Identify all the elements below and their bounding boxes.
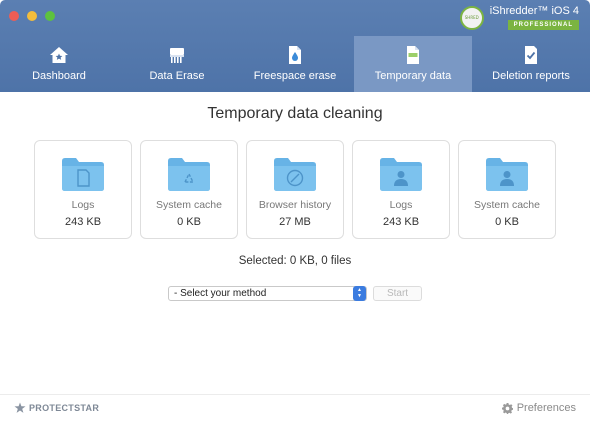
- recycle-folder-icon: [166, 156, 212, 192]
- brand: SHRED iShredder™ iOS 4 PROFESSIONAL: [459, 5, 579, 30]
- shredder-icon: [167, 45, 187, 65]
- tab-dashboard[interactable]: Dashboard: [0, 36, 118, 92]
- user-folder-icon: [378, 156, 424, 192]
- card-size: 0 KB: [177, 216, 201, 228]
- protectstar-logo: PROTECTSTAR: [14, 402, 99, 414]
- close-window-button[interactable]: [9, 11, 19, 21]
- tab-label: Data Erase: [149, 70, 205, 82]
- edition-badge: PROFESSIONAL: [507, 20, 579, 30]
- tab-temporary-data[interactable]: Temporary data: [354, 36, 472, 92]
- tab-freespace-erase[interactable]: Freespace erase: [236, 36, 354, 92]
- zoom-window-button[interactable]: [45, 11, 55, 21]
- tmp-file-icon: [403, 45, 423, 65]
- logo-text: PROTECTSTAR: [29, 403, 100, 413]
- card-system-cache-2[interactable]: System cache 0 KB: [458, 140, 556, 239]
- card-system-cache[interactable]: System cache 0 KB: [140, 140, 238, 239]
- selected-summary: Selected: 0 KB, 0 files: [238, 255, 352, 267]
- user-folder-icon: [484, 156, 530, 192]
- card-browser-history[interactable]: Browser history 27 MB: [246, 140, 344, 239]
- card-name: Logs: [71, 199, 95, 211]
- tab-deletion-reports[interactable]: Deletion reports: [472, 36, 590, 92]
- document-folder-icon: [60, 156, 106, 192]
- card-size: 0 KB: [495, 216, 519, 228]
- chevron-updown-icon: ▲ ▼: [353, 286, 366, 301]
- brand-seal-icon: SHRED: [459, 5, 484, 30]
- card-size: 243 KB: [382, 216, 420, 228]
- tab-label: Freespace erase: [253, 70, 337, 82]
- brand-text: iShredder™ iOS 4 PROFESSIONAL: [490, 5, 579, 30]
- app-title: iShredder™ iOS 4: [489, 5, 579, 17]
- card-size: 27 MB: [279, 216, 311, 228]
- home-icon: [49, 45, 69, 65]
- minimize-window-button[interactable]: [27, 11, 37, 21]
- card-logs[interactable]: Logs 243 KB: [34, 140, 132, 239]
- method-select[interactable]: - Select your method ▲ ▼: [168, 286, 367, 301]
- card-name: Logs: [389, 199, 413, 211]
- tab-label: Deletion reports: [492, 70, 570, 82]
- main-tabs: Dashboard Data Erase Freespace erase Tem…: [0, 36, 590, 92]
- method-select-value: - Select your method: [174, 288, 267, 299]
- tab-label: Dashboard: [32, 70, 86, 82]
- tab-data-erase[interactable]: Data Erase: [118, 36, 236, 92]
- card-size: 243 KB: [64, 216, 102, 228]
- card-logs-2[interactable]: Logs 243 KB: [352, 140, 450, 239]
- window-controls: [9, 11, 55, 21]
- app-window: SHRED iShredder™ iOS 4 PROFESSIONAL Dash…: [0, 0, 590, 422]
- temp-data-cards: Logs 243 KB System cache 0 KB Browser hi…: [34, 140, 556, 239]
- page-title: Temporary data cleaning: [207, 105, 383, 122]
- brand-seal-text: SHRED: [464, 14, 479, 20]
- start-button[interactable]: Start: [373, 286, 422, 301]
- checklist-report-icon: [521, 45, 541, 65]
- star-icon: [14, 402, 26, 413]
- preferences-label: Preferences: [516, 402, 576, 414]
- document-drop-icon: [285, 45, 305, 65]
- gear-icon: [501, 402, 513, 414]
- preferences-button[interactable]: Preferences: [501, 402, 576, 414]
- tab-label: Temporary data: [374, 70, 452, 82]
- compass-folder-icon: [272, 156, 318, 192]
- card-name: Browser history: [258, 199, 332, 211]
- card-name: System cache: [156, 199, 222, 211]
- footer: PROTECTSTAR Preferences: [0, 394, 590, 422]
- toolbar: SHRED iShredder™ iOS 4 PROFESSIONAL Dash…: [0, 0, 590, 92]
- card-name: System cache: [474, 199, 540, 211]
